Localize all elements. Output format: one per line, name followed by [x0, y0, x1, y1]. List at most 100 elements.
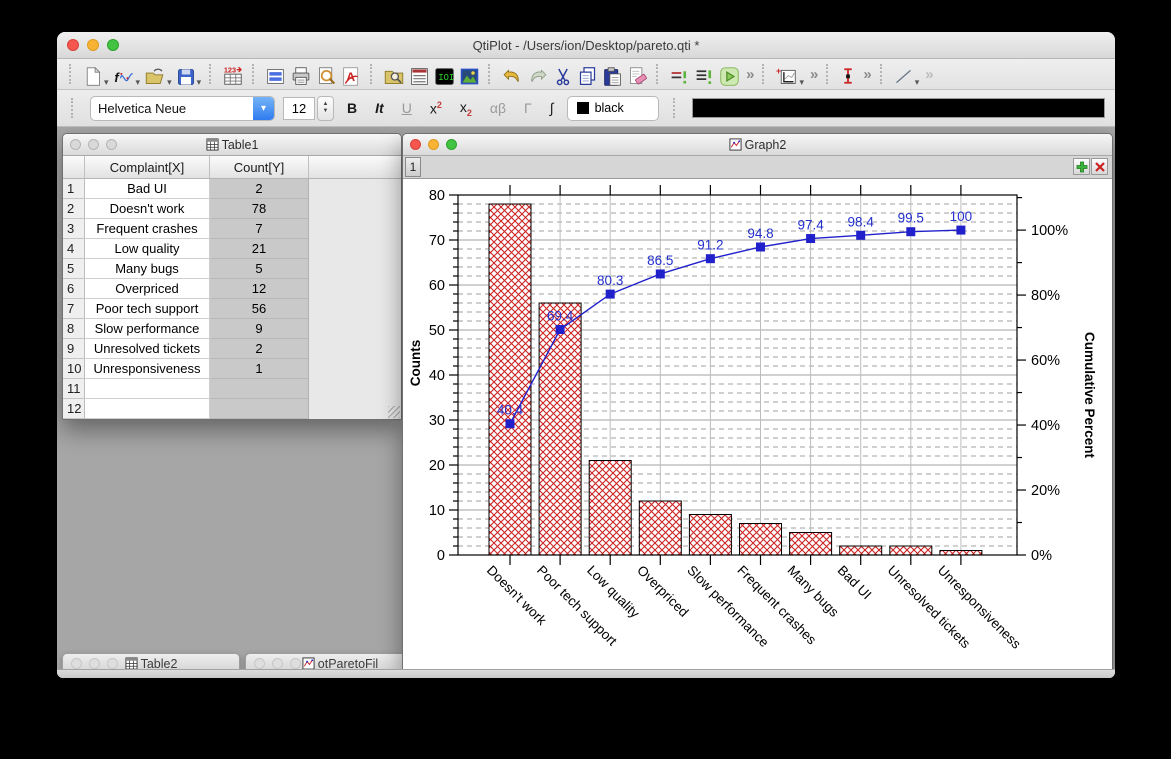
underline-button[interactable]: U: [397, 100, 417, 116]
row-number[interactable]: 4: [63, 239, 85, 259]
font-family-select[interactable]: Helvetica Neue ▾: [90, 95, 275, 121]
cell-count[interactable]: 7: [210, 219, 309, 239]
graph2-window[interactable]: Graph2 1 40.4 69.4 80.3 86.5 91.2 94.8 97.4 98.…: [402, 133, 1113, 669]
minimize-button[interactable]: [87, 39, 99, 51]
zoom-button[interactable]: [107, 658, 118, 669]
close-button[interactable]: [410, 139, 421, 150]
main-titlebar[interactable]: QtiPlot - /Users/ion/Desktop/pareto.qti …: [57, 32, 1115, 59]
integral-button[interactable]: ∫: [545, 100, 559, 116]
close-button[interactable]: [70, 139, 81, 150]
row-number[interactable]: 12: [63, 399, 85, 419]
text-color-select[interactable]: black: [566, 95, 659, 121]
zoom-button[interactable]: [446, 139, 457, 150]
cell-count[interactable]: 1: [210, 359, 309, 379]
image-plot-button[interactable]: [457, 61, 482, 87]
toolbar-overflow-button[interactable]: »: [742, 66, 756, 83]
new-project-button[interactable]: ▾: [80, 61, 111, 87]
plot-canvas[interactable]: 40.4 69.4 80.3 86.5 91.2 94.8 97.4 98.4 99.5 100 0…: [403, 179, 1112, 669]
greek-button[interactable]: αβ: [485, 100, 511, 116]
gamma-button[interactable]: Γ: [519, 100, 537, 116]
script-console-button[interactable]: IOI: [432, 61, 457, 87]
clear-button[interactable]: [625, 61, 650, 87]
close-button[interactable]: [254, 658, 265, 669]
cell-complaint[interactable]: Many bugs: [85, 259, 210, 279]
print-preview-button[interactable]: [314, 61, 339, 87]
redo-button[interactable]: [525, 61, 551, 87]
remove-layer-button[interactable]: [1091, 158, 1108, 175]
layer-tab-1[interactable]: 1: [405, 157, 421, 177]
undo-button[interactable]: [499, 61, 525, 87]
row-number[interactable]: 6: [63, 279, 85, 299]
zoom-button[interactable]: [290, 658, 301, 669]
import-ascii-button[interactable]: 123: [220, 61, 246, 87]
run-script-button[interactable]: [717, 61, 742, 87]
cell-complaint[interactable]: [85, 399, 210, 419]
row-number[interactable]: 9: [63, 339, 85, 359]
cell-complaint[interactable]: Doesn't work: [85, 199, 210, 219]
minimize-button[interactable]: [89, 658, 100, 669]
row-number[interactable]: 2: [63, 199, 85, 219]
cell-complaint[interactable]: [85, 379, 210, 399]
cell-count[interactable]: 9: [210, 319, 309, 339]
cell-count[interactable]: 2: [210, 179, 309, 199]
zoom-button[interactable]: [107, 39, 119, 51]
cell-count[interactable]: 56: [210, 299, 309, 319]
plot-wizard-button[interactable]: + ▾: [773, 61, 806, 87]
new-function-plot-button[interactable]: f ▾: [111, 61, 143, 87]
cell-count[interactable]: 21: [210, 239, 309, 259]
open-project-button[interactable]: ▾: [142, 61, 174, 87]
fill-color-bar[interactable]: [691, 98, 1105, 118]
cell-count[interactable]: 78: [210, 199, 309, 219]
table2-minimized-window[interactable]: Table2: [62, 653, 240, 669]
toolbar-overflow-button[interactable]: »: [806, 66, 820, 83]
minimize-button[interactable]: [428, 139, 439, 150]
new-note-button[interactable]: [263, 61, 288, 87]
save-project-button[interactable]: ▾: [174, 61, 204, 87]
corner-header[interactable]: [63, 156, 85, 178]
font-size-input[interactable]: 12: [283, 96, 315, 120]
cell-complaint[interactable]: Low quality: [85, 239, 210, 259]
row-number[interactable]: 1: [63, 179, 85, 199]
cell-count[interactable]: 5: [210, 259, 309, 279]
export-pdf-button[interactable]: A: [339, 61, 364, 87]
superscript-button[interactable]: x2: [425, 100, 447, 117]
copy-button[interactable]: [575, 61, 600, 87]
cell-complaint[interactable]: Frequent crashes: [85, 219, 210, 239]
row-number[interactable]: 3: [63, 219, 85, 239]
row-number[interactable]: 7: [63, 299, 85, 319]
row-number[interactable]: 5: [63, 259, 85, 279]
cell-complaint[interactable]: Bad UI: [85, 179, 210, 199]
italic-button[interactable]: It: [370, 100, 389, 116]
minimize-button[interactable]: [88, 139, 99, 150]
results-log-button[interactable]: [407, 61, 432, 87]
paste-button[interactable]: [600, 61, 625, 87]
cell-complaint[interactable]: Slow performance: [85, 319, 210, 339]
error-bars-button[interactable]: [837, 61, 859, 87]
row-number[interactable]: 10: [63, 359, 85, 379]
column-header-complaint[interactable]: Complaint[X]: [85, 156, 210, 178]
draw-line-button[interactable]: ▾: [891, 61, 922, 87]
toolbar-overflow-button[interactable]: »: [859, 66, 873, 83]
cell-count[interactable]: [210, 399, 309, 419]
cell-complaint[interactable]: Unresolved tickets: [85, 339, 210, 359]
row-number[interactable]: 8: [63, 319, 85, 339]
minimize-button[interactable]: [272, 658, 283, 669]
pareto-chart[interactable]: 40.469.480.386.591.294.897.4 98.4 99.5 1000…: [403, 179, 1110, 669]
font-size-stepper[interactable]: ▲ ▼: [317, 95, 334, 121]
add-layer-button[interactable]: [1073, 158, 1090, 175]
cell-complaint[interactable]: Unresponsiveness: [85, 359, 210, 379]
execute-line-button[interactable]: [667, 61, 692, 87]
cell-complaint[interactable]: Poor tech support: [85, 299, 210, 319]
zoom-button[interactable]: [106, 139, 117, 150]
graph2-titlebar[interactable]: Graph2: [403, 134, 1112, 156]
bold-button[interactable]: B: [342, 100, 362, 116]
close-button[interactable]: [71, 658, 82, 669]
resize-grip[interactable]: [388, 406, 400, 418]
row-number[interactable]: 11: [63, 379, 85, 399]
close-button[interactable]: [67, 39, 79, 51]
table1-window[interactable]: Table1 Complaint[X] Count[Y] 1 Bad UI 2 2 Do…: [62, 133, 402, 420]
subscript-button[interactable]: x2: [455, 99, 477, 118]
project-explorer-button[interactable]: [381, 61, 407, 87]
cell-count[interactable]: 2: [210, 339, 309, 359]
execute-all-button[interactable]: [692, 61, 717, 87]
